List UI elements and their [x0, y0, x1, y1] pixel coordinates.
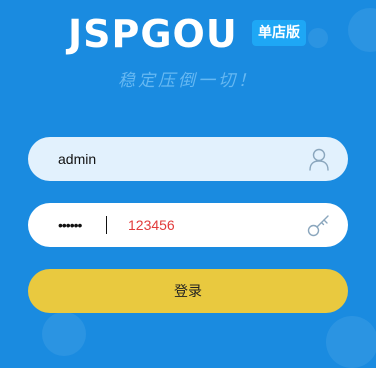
password-masked-value: •••••• [58, 217, 82, 233]
user-icon [306, 146, 332, 172]
username-field[interactable]: admin [28, 137, 348, 181]
password-hint: 123456 [128, 217, 175, 233]
background-bubble [42, 312, 86, 356]
background-bubble [326, 316, 376, 368]
brand-slogan: 稳定压倒一切！ [118, 71, 258, 91]
password-field[interactable]: •••••• 123456 [28, 203, 348, 247]
brand-header: JSPGOU 单店版 [0, 10, 376, 58]
key-icon [306, 212, 332, 238]
edition-badge: 单店版 [252, 20, 306, 46]
login-button[interactable]: 登录 [28, 269, 348, 313]
brand-logo: JSPGOU [68, 12, 238, 56]
username-value: admin [58, 151, 97, 167]
text-caret [106, 216, 107, 234]
